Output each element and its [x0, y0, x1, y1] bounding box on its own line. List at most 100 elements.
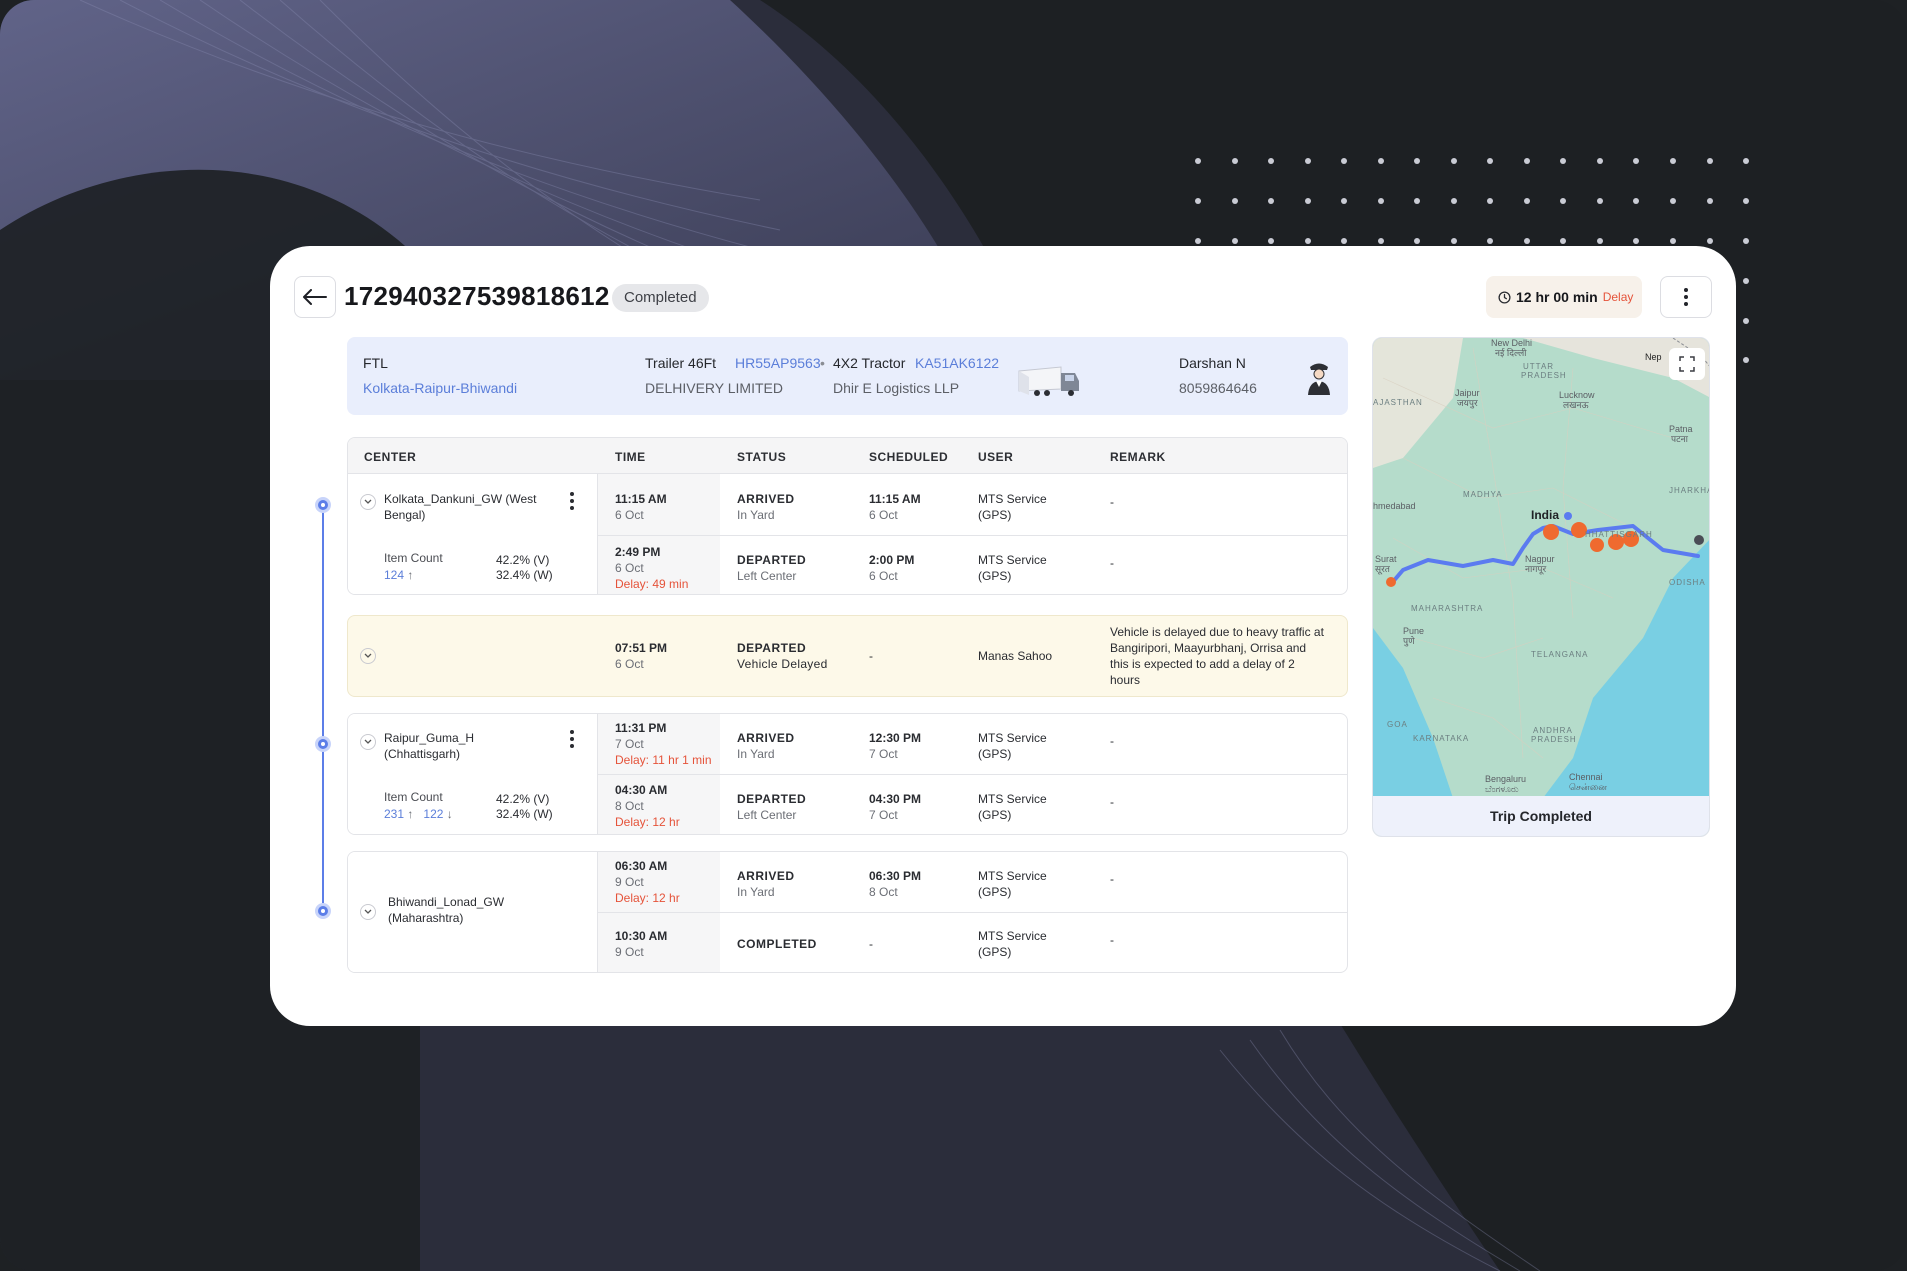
back-button[interactable] [294, 276, 336, 318]
center-group-kolkata: Kolkata_Dankuni_GW (West Bengal) Item Cou… [348, 474, 1347, 594]
map-label-madhya: MADHYA [1463, 490, 1503, 499]
event-time: 07:51 PM 6 Oct [615, 641, 668, 671]
driver-avatar-icon [1308, 363, 1330, 395]
event-status: COMPLETED [737, 937, 817, 951]
event-user: MTS Service (GPS) [978, 869, 1047, 899]
map-label-india: India [1531, 508, 1560, 522]
event-time: 10:30 AM 9 Oct [615, 929, 668, 959]
map-label-patna-local: पटना [1671, 434, 1688, 444]
expand-toggle[interactable] [360, 904, 376, 920]
chevron-down-icon [364, 909, 372, 914]
timeline-line [322, 504, 324, 911]
event-time: 11:15 AM 6 Oct [615, 492, 667, 522]
event-status: DEPARTED Left Center [737, 792, 807, 822]
event-status: ARRIVED In Yard [737, 492, 795, 522]
item-count: 124 ↑ [384, 568, 414, 582]
expand-toggle[interactable] [360, 494, 376, 510]
capacity-weight: 32.4% (W) [496, 568, 553, 582]
capacity-volume: 42.2% (V) [496, 792, 550, 806]
center-group-bhiwandi: Bhiwandi_Lonad_GW (Maharashtra) 06:30 AM 9… [347, 851, 1348, 973]
tractor-number-link[interactable]: KA51AK6122 [915, 355, 999, 371]
map-label-pradesh: PRADESH [1521, 371, 1567, 380]
col-status: STATUS [737, 450, 787, 464]
truck-icon [1018, 366, 1079, 396]
center-menu-button[interactable] [570, 730, 574, 748]
map-label-new-delhi-local: नई दिल्ली [1495, 348, 1527, 358]
route-map[interactable]: New Delhi नई दिल्ली Nep UTTAR PRADESH Ja… [1372, 337, 1710, 837]
map-label-surat-local: सूरत [1375, 564, 1390, 574]
scheduled-time: 06:30 PM 8 Oct [869, 869, 922, 899]
map-label-bengaluru: Bengaluru [1485, 774, 1527, 784]
trip-completed-bar: Trip Completed [1373, 796, 1709, 836]
item-count-label: Item Count [384, 790, 443, 804]
center-name: Raipur_Guma_H (Chhattisgarh) [384, 731, 475, 761]
expand-toggle[interactable] [360, 648, 376, 664]
delay-duration: 12 hr 00 min [1516, 289, 1598, 305]
trailer-number-link[interactable]: HR55AP9563 [735, 355, 821, 371]
scheduled-time: 04:30 PM 7 Oct [869, 792, 922, 822]
map-label-bengaluru-local: ಬೆಂಗಳೂರು [1485, 784, 1519, 794]
delay-label: Delay [1602, 290, 1634, 304]
expand-toggle[interactable] [360, 734, 376, 750]
event-time: 2:49 PM 6 Oct Delay: 49 min [615, 545, 689, 591]
col-time: TIME [615, 450, 646, 464]
status-badge: Completed [612, 284, 709, 312]
item-count-label: Item Count [384, 551, 443, 565]
delay-indicator: 12 hr 00 min Delay [1486, 276, 1642, 318]
event-status: ARRIVED In Yard [737, 869, 795, 899]
map-label-chhattisgarh: HHATTISGARH [1585, 530, 1653, 539]
scheduled-time: 11:15 AM 6 Oct [869, 492, 921, 522]
center-menu-button[interactable] [570, 492, 574, 510]
timeline-node [315, 736, 331, 752]
center-group-raipur: Raipur_Guma_H (Chhattisgarh) Item Count 2… [347, 713, 1348, 835]
event-status: ARRIVED In Yard [737, 731, 795, 761]
capacity-volume: 42.2% (V) [496, 553, 550, 567]
trip-mode: FTL [363, 355, 388, 371]
col-remark: REMARK [1110, 450, 1166, 464]
vehicle-info-banner: FTL Kolkata-Raipur-Bhiwandi Trailer 46Ft… [347, 337, 1348, 415]
event-time: 06:30 AM 9 Oct Delay: 12 hr [615, 859, 680, 905]
clock-icon [1498, 290, 1511, 304]
route-link[interactable]: Kolkata-Raipur-Bhiwandi [363, 380, 517, 396]
scheduled-time: 2:00 PM 6 Oct [869, 553, 915, 583]
scheduled-time: - [869, 937, 873, 951]
chevron-down-icon [364, 653, 372, 658]
tractor-label: 4X2 Tractor [833, 355, 906, 371]
event-user: MTS Service (GPS) [978, 929, 1047, 959]
scheduled-time: - [869, 649, 873, 663]
item-count: 231 ↑ 122 ↓ [384, 807, 453, 821]
map-label-pune: Pune [1403, 626, 1425, 636]
chevron-down-icon [364, 499, 372, 504]
separator-dot: • [820, 355, 825, 371]
col-center: CENTER [364, 450, 417, 464]
chevron-down-icon [364, 739, 372, 744]
event-user: MTS Service (GPS) [978, 731, 1047, 761]
map-label-rajasthan: AJASTHAN [1373, 398, 1423, 407]
driver-name: Darshan N [1179, 355, 1246, 371]
more-options-button[interactable] [1660, 276, 1712, 318]
map-label-nagpur-local: नागपूर [1525, 564, 1547, 574]
event-remark: - [1110, 556, 1114, 570]
scheduled-time: 12:30 PM 7 Oct [869, 731, 922, 761]
carrier-name: Dhir E Logistics LLP [833, 380, 960, 396]
delay-event-group: 07:51 PM 6 Oct DEPARTED Vehicle Delayed - … [347, 615, 1348, 697]
event-remark: Vehicle is delayed due to heavy traffic … [1110, 625, 1324, 687]
col-scheduled: SCHEDULED [869, 450, 949, 464]
company-name: DELHIVERY LIMITED [645, 380, 783, 396]
center-name: Bhiwandi_Lonad_GW (Maharashtra) [388, 895, 505, 925]
map-label-maharashtra: MAHARASHTRA [1411, 604, 1484, 613]
table-header: CENTER TIME STATUS SCHEDULED USER REMARK [348, 438, 1347, 474]
expand-map-button[interactable] [1669, 348, 1705, 380]
timeline-node [315, 497, 331, 513]
map-label-chennai-local: சென்னை [1569, 782, 1607, 792]
map-label-andhra-pradesh: PRADESH [1531, 735, 1577, 744]
event-user: MTS Service (GPS) [978, 553, 1047, 583]
event-remark: - [1110, 734, 1114, 748]
map-label-surat: Surat [1375, 554, 1397, 564]
arrow-left-icon [303, 289, 327, 305]
trip-detail-card: 172940327539818612 Completed 12 hr 00 mi… [270, 246, 1736, 1026]
event-user: Manas Sahoo [978, 649, 1053, 663]
trip-events-table: CENTER TIME STATUS SCHEDULED USER REMARK… [347, 437, 1348, 595]
event-remark: - [1110, 872, 1114, 886]
map-label-goa: GOA [1387, 720, 1408, 729]
